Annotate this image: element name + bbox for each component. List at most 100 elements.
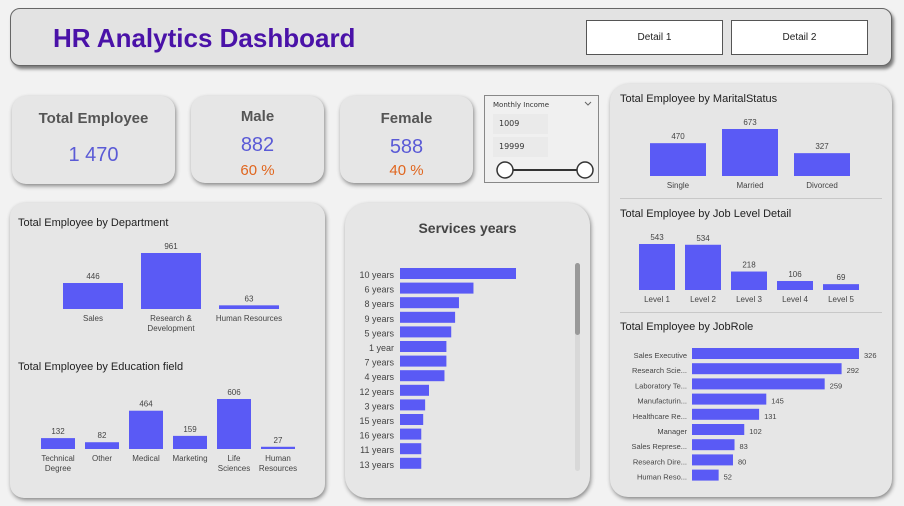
category-label: Manager bbox=[657, 427, 687, 436]
bar bbox=[692, 408, 760, 420]
data-label: 327 bbox=[815, 142, 829, 151]
category-label: Married bbox=[736, 181, 763, 190]
bar bbox=[400, 282, 474, 294]
category-label: Sales bbox=[83, 314, 103, 323]
category-label: Level 4 bbox=[782, 295, 808, 304]
category-label: Other bbox=[92, 454, 112, 463]
data-label: 464 bbox=[139, 400, 153, 409]
category-label: 6 years bbox=[364, 285, 394, 295]
data-label: 292 bbox=[847, 366, 860, 375]
bar bbox=[400, 355, 447, 367]
divider bbox=[620, 198, 882, 199]
data-label: 961 bbox=[164, 242, 178, 251]
bar bbox=[650, 143, 706, 176]
data-label: 470 bbox=[671, 132, 685, 141]
data-label: 69 bbox=[837, 273, 846, 282]
data-label: 102 bbox=[749, 427, 762, 436]
category-label: 7 years bbox=[364, 358, 394, 368]
category-label: Level 5 bbox=[828, 295, 854, 304]
data-label: 259 bbox=[830, 381, 843, 390]
total-employee-label: Total Employee bbox=[38, 110, 149, 127]
category-label: Level 3 bbox=[736, 295, 762, 304]
slider-max-handle bbox=[576, 161, 594, 179]
data-label: 543 bbox=[650, 233, 664, 242]
data-label: 446 bbox=[86, 272, 100, 281]
bar bbox=[692, 469, 719, 481]
category-label: 13 years bbox=[359, 460, 394, 470]
monthly-income-slicer[interactable]: Monthly Income 1009 19999 bbox=[484, 95, 599, 183]
category-label: 16 years bbox=[359, 431, 394, 441]
detail-2-button[interactable]: Detail 2 bbox=[731, 20, 868, 55]
bar bbox=[400, 384, 429, 396]
department-chart-title: Total Employee by Department bbox=[18, 217, 169, 229]
department-chart: 446 Sales 961 Research &Development 63 Human … bbox=[63, 242, 282, 333]
bar bbox=[400, 311, 456, 323]
bar bbox=[692, 393, 767, 405]
services-scrollbar[interactable] bbox=[575, 263, 580, 471]
category-label: Life bbox=[228, 454, 241, 463]
category-label: Human Reso... bbox=[637, 473, 687, 482]
bar bbox=[400, 370, 445, 382]
data-label: 159 bbox=[183, 425, 197, 434]
bar bbox=[400, 326, 452, 338]
category-label: Research Dire... bbox=[633, 457, 687, 466]
bar bbox=[400, 341, 447, 352]
jobrole-chart-title: Total Employee by JobRole bbox=[620, 321, 754, 333]
data-label: 82 bbox=[98, 431, 107, 440]
range-slider[interactable] bbox=[495, 160, 595, 180]
category-label: 1 year bbox=[369, 343, 394, 353]
bar bbox=[777, 281, 813, 290]
category-label: 10 years bbox=[359, 270, 394, 280]
data-label: 131 bbox=[764, 412, 777, 421]
category-label: Medical bbox=[132, 454, 160, 463]
male-label: Male bbox=[240, 108, 275, 125]
female-value: 588 bbox=[389, 136, 424, 158]
bar bbox=[722, 129, 778, 176]
data-label: 673 bbox=[743, 118, 757, 127]
category-label: Healthcare Re... bbox=[633, 412, 687, 421]
bar bbox=[823, 284, 859, 290]
marital-chart-title: Total Employee by MaritalStatus bbox=[620, 93, 778, 105]
bar bbox=[639, 244, 675, 290]
data-label: 52 bbox=[724, 473, 732, 482]
data-label: 606 bbox=[227, 388, 241, 397]
bar bbox=[692, 378, 825, 390]
category-label: Research Scie... bbox=[632, 366, 687, 375]
bar bbox=[685, 244, 721, 290]
education-chart-title: Total Employee by Education field bbox=[18, 361, 184, 373]
bar bbox=[219, 305, 279, 309]
joblevel-chart: 543 Level 1 534 Level 2 218 Level 3 106 Level 4… bbox=[639, 233, 859, 304]
slicer-max-input[interactable]: 19999 bbox=[493, 137, 548, 157]
category-label: Single bbox=[667, 181, 690, 190]
category-label: Degree bbox=[45, 464, 72, 473]
category-label: 12 years bbox=[359, 387, 394, 397]
bar bbox=[400, 428, 422, 440]
total-employee-card: Total Employee 1 470 bbox=[12, 96, 175, 184]
category-label: Level 2 bbox=[690, 295, 716, 304]
category-label: Manufacturin... bbox=[637, 397, 687, 406]
data-label: 63 bbox=[245, 294, 254, 303]
bar bbox=[794, 153, 850, 176]
category-label: 5 years bbox=[364, 328, 394, 338]
category-label: Human Resources bbox=[216, 314, 282, 323]
category-label: Sales Represe... bbox=[632, 442, 687, 451]
category-label: 3 years bbox=[364, 401, 394, 411]
bar bbox=[692, 454, 733, 466]
bar bbox=[400, 443, 422, 455]
divider bbox=[620, 312, 882, 313]
category-label: 8 years bbox=[364, 299, 394, 309]
education-chart: 132 TechnicalDegree 82 Other 464 Medical 159 Ma… bbox=[41, 388, 297, 473]
data-label: 80 bbox=[738, 457, 746, 466]
detail-1-button[interactable]: Detail 1 bbox=[586, 20, 723, 55]
data-label: 132 bbox=[51, 427, 65, 436]
joblevel-chart-title: Total Employee by Job Level Detail bbox=[620, 208, 792, 220]
category-label: Sales Executive bbox=[634, 351, 687, 360]
data-label: 534 bbox=[696, 234, 710, 243]
services-scrollbar-thumb[interactable] bbox=[575, 263, 580, 335]
category-label: Development bbox=[147, 324, 195, 333]
chevron-down-icon[interactable] bbox=[584, 101, 592, 107]
slicer-min-input[interactable]: 1009 bbox=[493, 114, 548, 134]
dashboard-title: HR Analytics Dashboard bbox=[53, 23, 356, 53]
bar bbox=[41, 438, 75, 449]
data-label: 106 bbox=[788, 270, 802, 279]
